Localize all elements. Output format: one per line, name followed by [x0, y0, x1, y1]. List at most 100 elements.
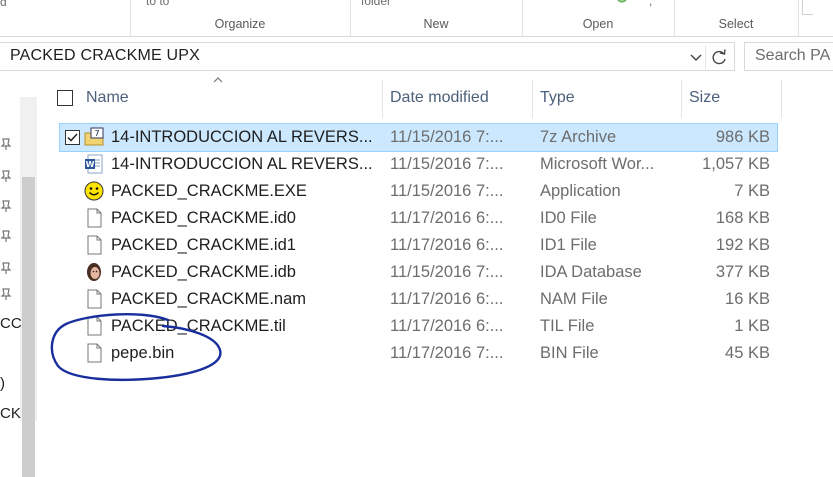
pin-icon[interactable] [0, 199, 12, 213]
file-type: NAM File [540, 290, 608, 308]
ribbon-cut-text[interactable]: to to [146, 0, 169, 8]
annotation-circle [50, 313, 222, 382]
ribbon-group-label: Select [718, 17, 754, 31]
navigation-pane: CC ) CK [0, 77, 40, 477]
ida-database-icon [87, 263, 101, 281]
checkmark-icon [67, 133, 78, 142]
file-date: 11/15/2016 7:... [390, 182, 504, 200]
file-size: 16 KB [725, 290, 770, 308]
file-date: 11/17/2016 6:... [390, 236, 504, 254]
column-header: Name Date modified Type Size [48, 77, 783, 118]
ribbon-cut-text: , [649, 0, 653, 8]
file-row[interactable]: PACKED_CRACKME.id0 11/17/2016 6:... ID0 … [60, 205, 777, 232]
file-type: ID0 File [540, 209, 597, 227]
nav-item-label[interactable]: CK [0, 405, 21, 422]
smiley-app-icon [84, 181, 104, 201]
pin-icon[interactable] [0, 287, 12, 301]
column-name[interactable]: Name [78, 77, 383, 118]
file-icon [87, 208, 102, 228]
pin-icon[interactable] [0, 229, 12, 243]
file-type: TIL File [540, 317, 595, 335]
7z-archive-icon: 7 [84, 127, 104, 146]
search-box[interactable]: Search PA [744, 42, 833, 71]
column-size[interactable]: Size [681, 80, 781, 118]
navigation-bar: PACKED CRACKME UPX Search PA [0, 37, 833, 77]
address-path[interactable]: PACKED CRACKME UPX [10, 47, 200, 65]
file-row[interactable]: PACKED_CRACKME.id1 11/17/2016 6:... ID1 … [60, 232, 777, 259]
nav-item-label[interactable]: ) [0, 375, 5, 392]
file-size: 45 KB [725, 344, 770, 362]
ribbon-group-clipboard: d [0, 0, 131, 36]
file-date: 11/15/2016 7:... [390, 155, 504, 173]
file-name[interactable]: 14-INTRODUCCION AL REVERS... [111, 128, 373, 147]
ribbon-group-label: Open [582, 17, 614, 31]
nav-item-label[interactable]: CC [0, 315, 22, 332]
file-row[interactable]: PACKED_CRACKME.idb 11/15/2016 7:... IDA … [60, 259, 777, 286]
pin-icon[interactable] [0, 261, 12, 275]
ribbon-group-open: , Open [522, 0, 675, 36]
ribbon-scroll-indicator [802, 0, 813, 15]
file-size: 377 KB [715, 263, 770, 281]
pin-icon[interactable] [0, 137, 12, 151]
column-date-modified[interactable]: Date modified [382, 80, 532, 118]
column-name-label: Name [86, 89, 129, 106]
select-all-checkbox[interactable] [57, 90, 73, 106]
file-name[interactable]: PACKED_CRACKME.idb [111, 263, 296, 282]
file-size: 7 KB [734, 182, 770, 200]
file-name[interactable]: PACKED_CRACKME.id1 [111, 236, 296, 255]
file-name[interactable]: PACKED_CRACKME.nam [111, 290, 306, 309]
pin-icon[interactable] [0, 169, 12, 183]
file-icon [87, 235, 102, 255]
ribbon: d to to Organize folder New , Open Selec… [0, 0, 833, 37]
ribbon-group-new: folder New [350, 0, 523, 36]
nav-scrollbar-thumb[interactable] [22, 177, 35, 477]
chevron-down-icon[interactable] [686, 46, 706, 68]
file-date: 11/17/2016 6:... [390, 290, 504, 308]
column-type[interactable]: Type [532, 80, 682, 118]
file-date: 11/15/2016 7:... [390, 128, 504, 146]
svg-text:W: W [86, 160, 95, 169]
properties-check-icon[interactable] [615, 0, 629, 4]
column-date-label: Date modified [390, 89, 489, 106]
file-size: 1 KB [734, 317, 770, 335]
file-type: Application [540, 182, 621, 200]
sort-caret-icon [213, 77, 223, 83]
file-row[interactable]: 7 14-INTRODUCCION AL REVERS... 11/15/201… [59, 123, 778, 152]
row-checkbox[interactable] [65, 130, 80, 145]
file-date: 11/17/2016 6:... [390, 209, 504, 227]
address-bar[interactable]: PACKED CRACKME UPX [0, 42, 735, 71]
column-divider[interactable] [781, 80, 782, 118]
file-type: 7z Archive [540, 128, 617, 146]
file-date: 11/17/2016 6:... [390, 317, 504, 335]
ribbon-cut-text: d [0, 0, 7, 9]
search-placeholder[interactable]: Search PA [755, 47, 830, 65]
new-folder-button[interactable]: folder [361, 0, 391, 8]
file-icon [87, 289, 102, 309]
file-row[interactable]: W 14-INTRODUCCION AL REVERS... 11/15/201… [60, 151, 777, 178]
ribbon-group-label: New [423, 17, 449, 31]
file-name[interactable]: 14-INTRODUCCION AL REVERS... [111, 155, 373, 174]
file-type: IDA Database [540, 263, 642, 281]
column-size-label: Size [689, 89, 721, 106]
svg-text:7: 7 [94, 129, 99, 138]
address-divider [705, 45, 706, 69]
column-type-label: Type [540, 89, 575, 106]
file-date: 11/15/2016 7:... [390, 263, 504, 281]
file-name[interactable]: PACKED_CRACKME.EXE [111, 182, 307, 201]
file-type: ID1 File [540, 236, 597, 254]
file-type: BIN File [540, 344, 599, 362]
file-name[interactable]: PACKED_CRACKME.id0 [111, 209, 296, 228]
file-size: 168 KB [715, 209, 770, 227]
file-row[interactable]: PACKED_CRACKME.nam 11/17/2016 6:... NAM … [60, 286, 777, 313]
file-date: 11/17/2016 7:... [390, 344, 504, 362]
file-size: 1,057 KB [702, 155, 770, 173]
refresh-icon[interactable] [708, 46, 730, 68]
ribbon-group-label: Organize [214, 17, 266, 31]
ribbon-group-select: Select [674, 0, 799, 36]
ribbon-group-organize: to to Organize [130, 0, 351, 36]
file-size: 192 KB [715, 236, 770, 254]
file-row[interactable]: PACKED_CRACKME.EXE 11/15/2016 7:... Appl… [60, 178, 777, 205]
word-document-icon: W [85, 154, 103, 174]
file-size: 986 KB [715, 128, 770, 146]
file-type: Microsoft Wor... [540, 155, 655, 173]
